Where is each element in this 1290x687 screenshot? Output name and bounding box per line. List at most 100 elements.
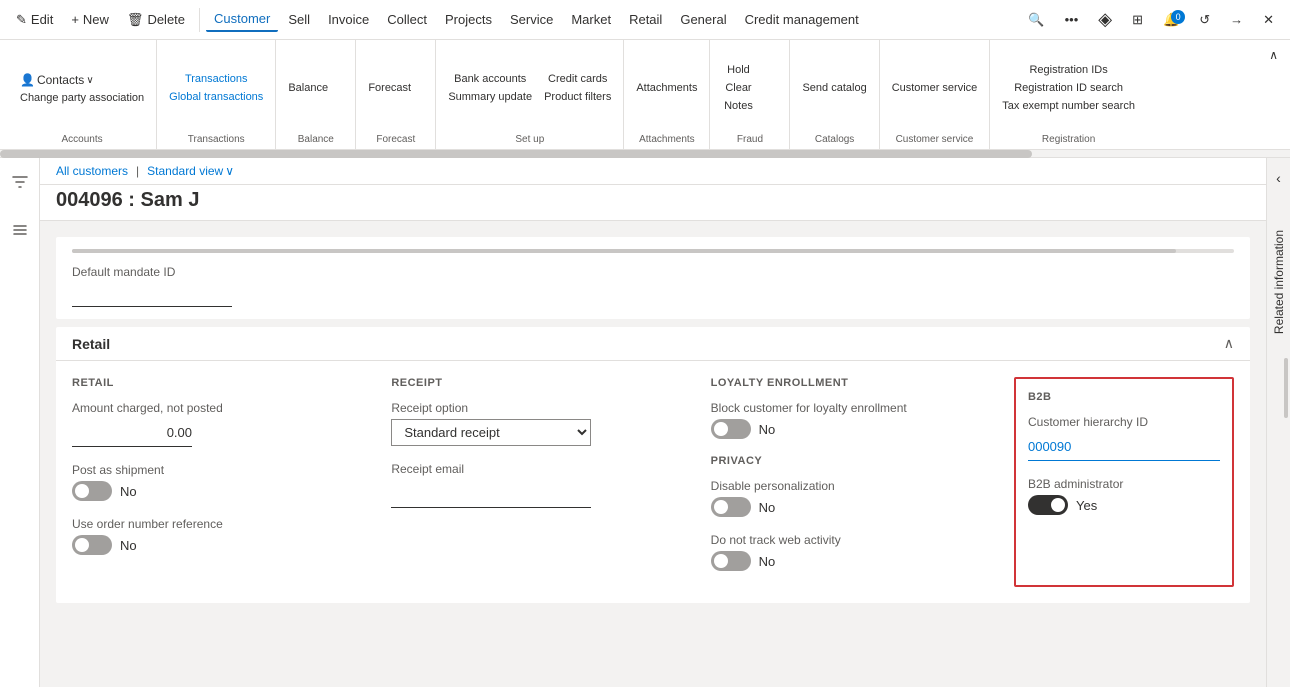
search-button[interactable]: 🔍 [1020,8,1052,32]
progress-fill [72,249,1176,253]
ribbon-registration-ids-button[interactable]: Registration IDs [998,62,1139,78]
retail-menu-button[interactable]: Retail [621,8,670,31]
order-ref-toggle[interactable] [72,535,112,555]
new-button[interactable]: + New [63,8,117,31]
disable-personalization-toggle[interactable] [711,497,751,517]
ribbon-group-customer-service: Customer service Customer service [880,40,991,149]
arrow-right-button[interactable]: → [1222,8,1251,31]
toolbar-right: 🔍 ••• ◈ ⊞ 🔔 0 ↺ → ✕ [1020,5,1282,34]
separator-1 [199,8,200,32]
ribbon-group-balance: Balance Balance [276,40,356,149]
ribbon-notes-button[interactable]: Notes [718,98,758,114]
delete-icon: 🗑 [127,12,144,28]
projects-menu-button[interactable]: Projects [437,8,500,31]
customer-menu-button[interactable]: Customer [206,7,278,32]
collect-menu-button[interactable]: Collect [379,8,435,31]
breadcrumb-separator: | [136,164,139,178]
ribbon-tax-exempt-button[interactable]: Tax exempt number search [998,98,1139,114]
refresh-button[interactable]: ↺ [1191,8,1218,32]
ribbon-forecast-button[interactable]: Forecast [364,80,415,96]
ribbon-group-label-registration: Registration [998,132,1139,145]
chevron-down-icon: ∨ [225,164,234,178]
general-menu-button[interactable]: General [672,8,734,31]
receipt-email-input[interactable] [391,480,591,508]
ribbon-bank-accounts-button[interactable]: Bank accounts [444,71,536,87]
hamburger-icon-button[interactable] [4,214,36,246]
right-panel-collapse-button[interactable]: ‹ [1272,166,1285,190]
disable-personalization-toggle-row: No [711,497,998,517]
track-activity-toggle[interactable] [711,551,751,571]
ribbon-summary-update-button[interactable]: Summary update [444,89,536,105]
ribbon-credit-cards-button[interactable]: Credit cards [540,71,615,87]
right-panel-label[interactable]: Related information [1272,230,1286,334]
receipt-option-select[interactable]: Standard receipt Email None [391,419,591,446]
ribbon-product-filters-button[interactable]: Product filters [540,89,615,105]
ribbon-attachments-button[interactable]: Attachments [632,80,701,96]
ribbon-customer-service-button[interactable]: Customer service [888,80,982,96]
ribbon-contacts-button[interactable]: 👤 Contacts ∨ [16,71,148,89]
receipt-option-label: Receipt option [391,401,678,415]
receipt-col: RECEIPT Receipt option Standard receipt … [375,377,694,587]
ribbon-items-accounts: 👤 Contacts ∨ Change party association [16,44,148,132]
amount-input[interactable] [72,419,192,447]
breadcrumb-bar: All customers | Standard view ∨ [40,158,1266,185]
notifications-button[interactable]: 🔔 0 [1155,8,1187,32]
order-ref-text: No [120,538,137,553]
receipt-option-field: Receipt option Standard receipt Email No… [391,401,678,446]
breadcrumb-view[interactable]: Standard view ∨ [147,164,234,178]
service-menu-button[interactable]: Service [502,8,561,31]
ribbon-items-customer-service: Customer service [888,44,982,132]
vertical-scrollbar[interactable] [1284,358,1288,418]
filter-icon-button[interactable] [4,166,36,198]
ribbon-group-label-accounts: Accounts [16,132,148,145]
breadcrumb-all-customers[interactable]: All customers [56,164,128,178]
b2b-admin-toggle[interactable] [1028,495,1068,515]
ribbon-group-accounts: 👤 Contacts ∨ Change party association Ac… [8,40,157,149]
invoice-menu-button[interactable]: Invoice [320,8,377,31]
ribbon-items-registration: Registration IDs Registration ID search … [998,44,1139,132]
close-button[interactable]: ✕ [1255,8,1282,32]
diamond-button[interactable]: ◈ [1090,5,1120,34]
ribbon-change-party-button[interactable]: Change party association [16,91,148,105]
ribbon-registration-id-search-button[interactable]: Registration ID search [998,80,1139,96]
mandate-label: Default mandate ID [72,265,1234,279]
ribbon-items-setup: Bank accounts Summary update Credit card… [444,44,615,132]
retail-section-header[interactable]: Retail ∧ [56,327,1250,361]
ribbon-items-forecast: Forecast [364,44,427,132]
mandate-input[interactable] [72,283,232,307]
retail-col-label: RETAIL [72,377,359,389]
block-loyalty-toggle[interactable] [711,419,751,439]
ribbon-send-catalog-button[interactable]: Send catalog [798,80,870,96]
post-shipment-label: Post as shipment [72,463,359,477]
disable-personalization-text: No [759,500,776,515]
main-toolbar: ✎ Edit + New 🗑 Delete Customer Sell Invo… [0,0,1290,40]
post-shipment-toggle[interactable] [72,481,112,501]
amount-label: Amount charged, not posted [72,401,359,415]
edit-button[interactable]: ✎ Edit [8,8,61,32]
diamond-icon: ◈ [1098,9,1112,30]
ribbon-items-catalogs: Send catalog [798,44,870,132]
ribbon-clear-button[interactable]: Clear [718,80,758,96]
ribbon-global-transactions-button[interactable]: Global transactions [165,89,267,105]
track-activity-toggle-row: No [711,551,998,571]
ribbon: 👤 Contacts ∨ Change party association Ac… [0,40,1290,150]
horizontal-scrollbar[interactable] [0,150,1290,158]
ribbon-collapse-button[interactable]: ∧ [1265,44,1282,66]
ribbon-transactions-button[interactable]: Transactions [165,71,267,87]
sell-menu-button[interactable]: Sell [280,8,318,31]
mandate-section: Default mandate ID [56,237,1250,319]
progress-bar [72,249,1234,253]
hierarchy-id-input[interactable] [1028,433,1220,461]
ribbon-balance-button[interactable]: Balance [284,80,332,96]
market-menu-button[interactable]: Market [563,8,619,31]
order-ref-field: Use order number reference No [72,517,359,555]
right-panel: ‹ Related information [1266,158,1290,687]
more-button[interactable]: ••• [1057,8,1087,31]
delete-button[interactable]: 🗑 Delete [119,8,193,32]
ribbon-group-label-balance: Balance [284,132,347,145]
expand-button[interactable]: ⊞ [1124,8,1151,32]
ribbon-hold-button[interactable]: Hold [718,62,758,78]
credit-mgmt-menu-button[interactable]: Credit management [737,8,867,31]
ribbon-items-attachments: Attachments [632,44,701,132]
block-loyalty-label: Block customer for loyalty enrollment [711,401,998,415]
